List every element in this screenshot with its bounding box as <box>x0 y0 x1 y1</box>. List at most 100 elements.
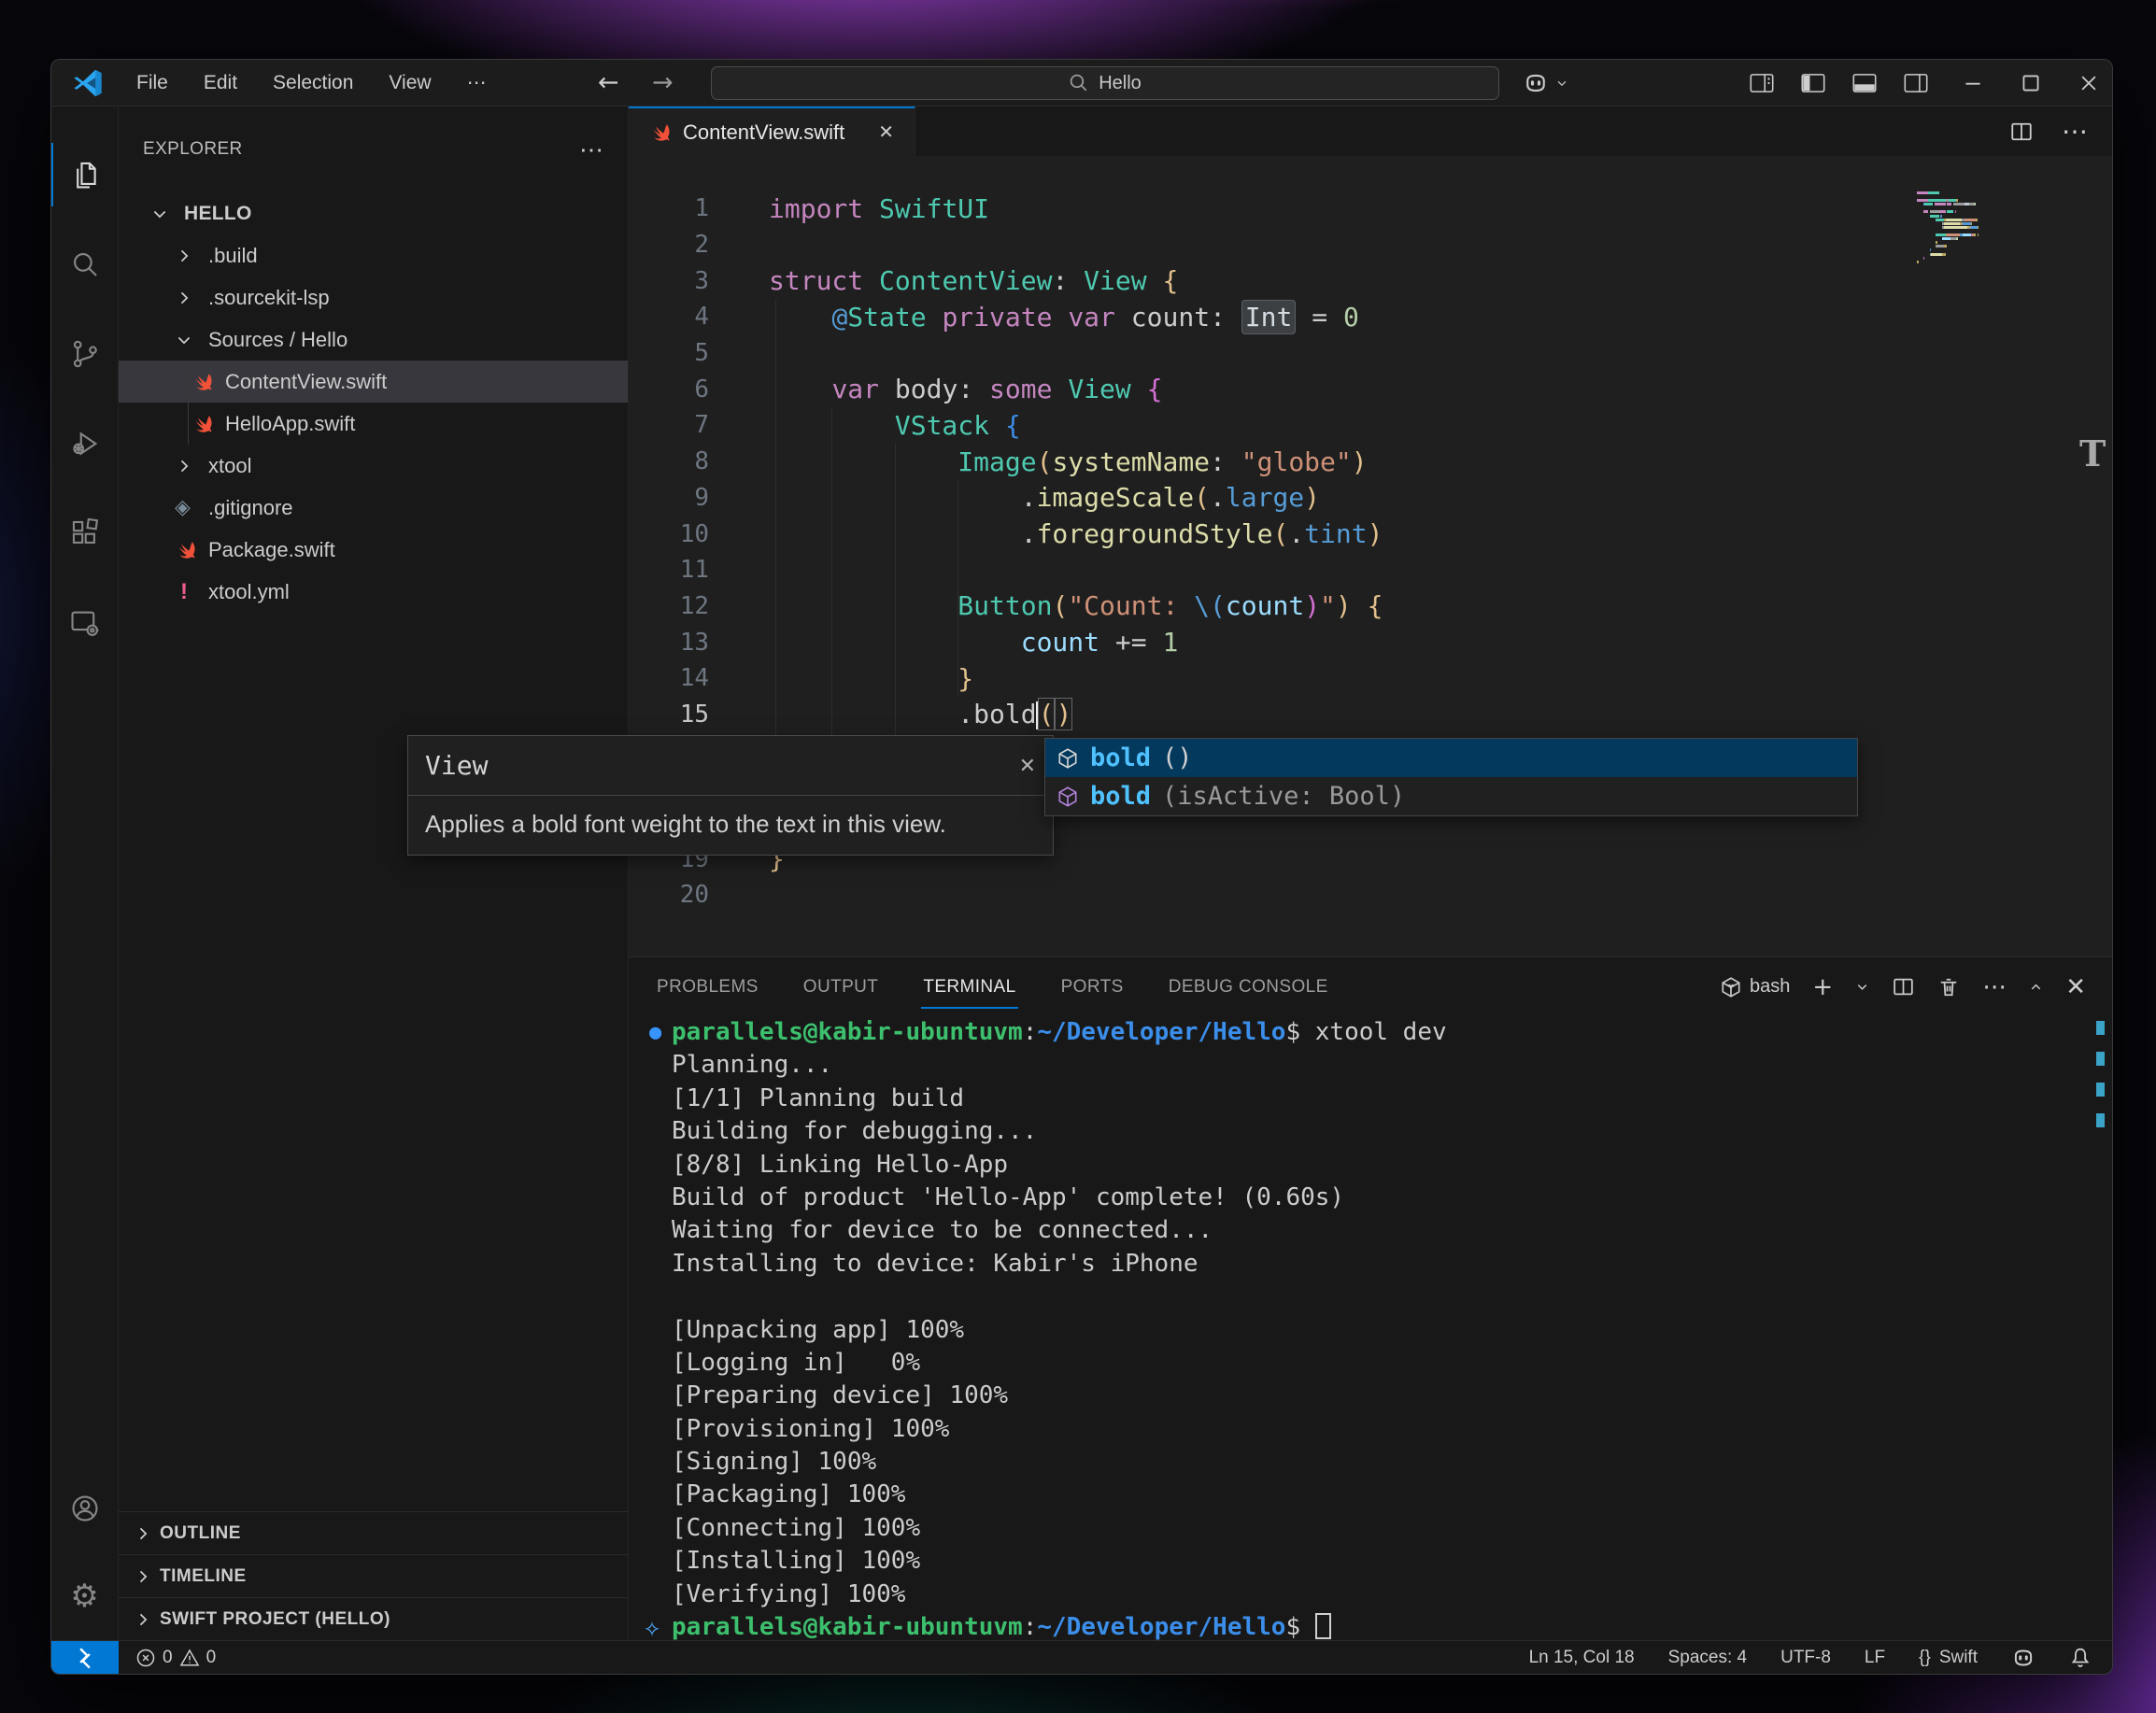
minimize-button[interactable] <box>1963 73 1985 93</box>
new-terminal-button[interactable]: + <box>1812 973 1833 1001</box>
split-terminal-icon[interactable] <box>1892 976 1915 998</box>
status-encoding[interactable]: UTF-8 <box>1780 1648 1831 1668</box>
status-problems[interactable]: 0 0 <box>135 1648 216 1668</box>
tab-contentview-swift[interactable]: ContentView.swift ✕ <box>629 106 916 156</box>
copilot-status-icon[interactable] <box>2011 1646 2035 1670</box>
chevron-right-icon <box>175 457 208 475</box>
menu-edit[interactable]: Edit <box>186 60 255 106</box>
line-number: 20 <box>679 881 709 910</box>
sidebar-section-label: SWIFT PROJECT (HELLO) <box>160 1608 390 1629</box>
chevron-right-icon <box>134 1567 152 1586</box>
menu-view[interactable]: View <box>371 60 448 106</box>
panel-more-actions-icon[interactable]: ⋯ <box>1982 973 2007 1001</box>
panel-tab-output[interactable]: OUTPUT <box>801 973 881 1001</box>
vscode-window: File Edit Selection View ⋯ ← → Hello ⚙ E… <box>50 59 2113 1675</box>
panel-tab-debug-console[interactable]: DEBUG CONSOLE <box>1167 973 1330 1001</box>
tree-item-helloapp-swift[interactable]: HelloApp.swift <box>119 403 628 445</box>
notifications-bell-icon[interactable] <box>2069 1647 2092 1669</box>
panel-tab-terminal[interactable]: TERMINAL <box>921 973 1018 1009</box>
command-center-search[interactable]: Hello <box>711 66 1499 100</box>
tree-item-build[interactable]: .build <box>119 234 628 276</box>
remote-indicator[interactable] <box>51 1641 119 1674</box>
status-language-mode[interactable]: {} Swift <box>1919 1648 1978 1668</box>
tree-item-package-swift[interactable]: Package.swift <box>119 529 628 571</box>
close-window-button[interactable] <box>2078 73 2101 93</box>
line-content: var body: some View { <box>831 374 1163 405</box>
braces-icon: {} <box>1919 1647 1931 1667</box>
terminal-line: ● parallels@kabir-ubuntuvm:~/Developer/He… <box>649 1016 2112 1049</box>
tree-item-sourcekit-lsp[interactable]: .sourcekit-lsp <box>119 276 628 319</box>
line-number: 10 <box>679 519 709 548</box>
chevron-down-icon <box>1555 77 1568 90</box>
activity-settings-button[interactable]: ⚙ <box>51 1552 118 1640</box>
line-number: 2 <box>694 231 709 260</box>
tab-label: ContentView.swift <box>683 120 845 144</box>
search-icon <box>69 248 101 280</box>
sidebar-section-outline[interactable]: OUTLINE <box>119 1511 628 1554</box>
extensions-icon <box>69 517 101 549</box>
shell-chip[interactable]: bash <box>1720 976 1790 998</box>
status-cursor-position[interactable]: Ln 15, Col 18 <box>1529 1648 1635 1668</box>
line-number: 3 <box>694 266 709 295</box>
menu-overflow[interactable]: ⋯ <box>449 60 504 106</box>
suggestion-bold-isactive-bool[interactable]: bold (isActive: Bool) <box>1045 777 1857 815</box>
activity-run-debug-button[interactable] <box>51 399 118 488</box>
explorer-more-actions-button[interactable]: ⋯ <box>579 135 603 164</box>
terminal-line: Waiting for device to be connected... <box>672 1216 1213 1245</box>
tree-item-hello[interactable]: HELLO <box>119 192 628 234</box>
hover-tooltip: View ✕ Applies a bold font weight to the… <box>407 735 1054 856</box>
vscode-logo-icon <box>72 67 104 99</box>
toggle-panel-icon[interactable] <box>1852 73 1877 93</box>
account-icon <box>69 1493 101 1524</box>
editor-more-actions-icon[interactable]: ⋯ <box>2062 116 2088 147</box>
toggle-primary-sidebar-icon[interactable] <box>1801 73 1825 93</box>
error-count: 0 <box>163 1647 173 1667</box>
line-content: Image(systemName: "globe") <box>957 446 1368 477</box>
suggestion-bold[interactable]: bold () <box>1045 739 1857 777</box>
line-content: @State private var count: Int = 0 <box>831 299 1359 334</box>
panel-tab-ports[interactable]: PORTS <box>1059 973 1126 1001</box>
code-line-9: 9 .imageScale(.large) <box>629 480 2112 517</box>
activity-tool-window-button[interactable] <box>51 578 118 668</box>
chevron-down-icon <box>150 205 184 223</box>
terminal-picker-chevron-icon[interactable] <box>1855 980 1869 994</box>
code-line-8: 8 Image(systemName: "globe") <box>629 444 2112 480</box>
nav-forward-button[interactable]: → <box>652 60 674 106</box>
nav-back-button[interactable]: ← <box>598 60 619 106</box>
menu-selection[interactable]: Selection <box>255 60 371 106</box>
line-number: 9 <box>694 483 709 512</box>
status-eol[interactable]: LF <box>1865 1648 1885 1668</box>
tree-item-contentview-swift[interactable]: ContentView.swift <box>119 361 628 403</box>
sidebar-section-swift-project-hello[interactable]: SWIFT PROJECT (HELLO) <box>119 1597 628 1640</box>
close-panel-icon[interactable]: ✕ <box>2065 973 2086 1001</box>
layout-controls <box>1750 60 1928 106</box>
kill-terminal-trash-icon[interactable] <box>1937 976 1960 998</box>
activity-search-button[interactable] <box>51 219 118 309</box>
terminal-output[interactable]: ● parallels@kabir-ubuntuvm:~/Developer/He… <box>629 1016 2112 1640</box>
hover-close-icon[interactable]: ✕ <box>1019 754 1036 778</box>
copilot-menu[interactable] <box>1523 60 1568 106</box>
terminal-line: [1/1] Planning build <box>672 1083 965 1112</box>
activity-explorer-button[interactable] <box>51 130 118 219</box>
activity-source-control-button[interactable] <box>51 309 118 399</box>
activity-extensions-button[interactable] <box>51 488 118 578</box>
explorer-sidebar: EXPLORER ⋯ HELLO .build .sourcekit-lsp Sour… <box>119 106 629 1640</box>
tree-item-sources-hello[interactable]: Sources / Hello <box>119 319 628 361</box>
tree-item-xtool-yml[interactable]: ! xtool.yml <box>119 571 628 613</box>
terminal-line: [Unpacking app] 100% <box>672 1315 965 1344</box>
status-indentation[interactable]: Spaces: 4 <box>1668 1648 1748 1668</box>
menu-file[interactable]: File <box>119 60 186 106</box>
tab-close-icon[interactable]: ✕ <box>878 120 894 144</box>
split-editor-icon[interactable] <box>2009 120 2034 143</box>
customize-layout-icon[interactable] <box>1750 73 1774 93</box>
tree-item-xtool[interactable]: xtool <box>119 445 628 487</box>
maximize-panel-chevron-icon[interactable] <box>2029 980 2043 994</box>
sparkle-icon: ✧ <box>644 1611 661 1640</box>
maximize-button[interactable] <box>2021 73 2043 93</box>
swift-icon <box>191 413 225 435</box>
sidebar-section-timeline[interactable]: TIMELINE <box>119 1554 628 1597</box>
toggle-secondary-sidebar-icon[interactable] <box>1904 73 1928 93</box>
panel-tab-problems[interactable]: PROBLEMS <box>655 973 760 1001</box>
tree-item-gitignore[interactable]: ◈ .gitignore <box>119 487 628 529</box>
activity-account-button[interactable] <box>51 1465 118 1552</box>
